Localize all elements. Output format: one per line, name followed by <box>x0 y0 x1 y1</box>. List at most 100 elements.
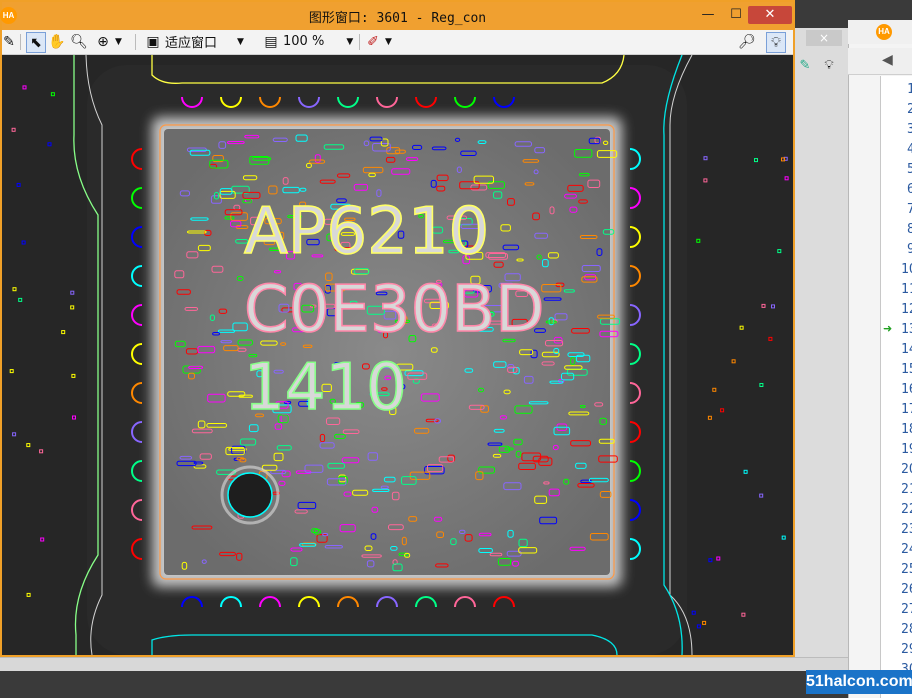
line-number: 29 <box>901 642 912 657</box>
horizontal-scrollbar[interactable] <box>0 657 848 671</box>
line-number: 9 <box>907 242 912 257</box>
pointer-button[interactable]: ⬉ <box>26 32 46 53</box>
zoom-plus-button[interactable]: ⊕ ▼ <box>94 32 122 51</box>
close-button[interactable]: ✕ <box>748 6 792 24</box>
panel-tool-button[interactable]: ✎ <box>796 56 814 74</box>
fit-window-dropdown[interactable]: ▣ 适应窗口 ▼ <box>144 32 244 52</box>
noise-contour <box>708 558 713 563</box>
chip-image: AP6210 C0E30BD 1410 <box>9 55 789 655</box>
noise-contour <box>39 449 44 454</box>
back-arrow-icon[interactable]: ◀ <box>882 52 893 68</box>
zoom-button[interactable]: 🔍︎ <box>70 32 88 51</box>
maximize-button[interactable]: ☐ <box>722 6 750 24</box>
toolbar-divider <box>359 34 360 50</box>
editor-toolbar: ◀ <box>848 48 912 75</box>
noise-contour <box>761 303 766 308</box>
zoom-magnifier-icon: 🔍︎ <box>70 33 88 50</box>
noise-contour <box>707 415 712 420</box>
chip-text-line-1: AP6210 <box>244 195 489 269</box>
chip-text-line-3: 1410 <box>244 351 407 425</box>
line-number: 7 <box>907 202 912 217</box>
docked-panel-strip <box>795 28 848 670</box>
chevron-down-icon: ▼ <box>115 36 122 47</box>
noise-contour <box>26 443 31 448</box>
noise-contour <box>784 176 789 181</box>
noise-contour <box>691 610 696 615</box>
noise-contour <box>70 305 75 310</box>
noise-contour <box>716 556 721 561</box>
zoom-level-label: 100 % <box>283 34 325 49</box>
line-number: 5 <box>907 162 912 177</box>
inspect-button[interactable]: 🔎︎ <box>738 32 756 51</box>
pencil-icon: ✎ <box>3 33 15 50</box>
line-number: 26 <box>901 582 912 597</box>
panel-close-button[interactable]: × <box>806 30 842 46</box>
noise-contour <box>771 304 775 309</box>
noise-contour <box>743 469 748 474</box>
chevron-down-icon: ▼ <box>237 36 244 47</box>
line-number: 18 <box>901 422 912 437</box>
noise-contour <box>18 297 23 302</box>
colors-icon: ✐ <box>367 33 379 50</box>
noise-contour <box>768 336 773 341</box>
noise-contour <box>754 158 758 163</box>
fit-window-icon: ▣ <box>146 33 160 50</box>
minimize-button[interactable]: — <box>694 6 722 24</box>
noise-contour <box>9 369 14 374</box>
noise-contour <box>40 537 45 542</box>
noise-contour <box>50 92 55 97</box>
title-bar[interactable]: HA 图形窗口: 3601 - Reg_con — ☐ ✕ <box>0 2 793 30</box>
line-number: 11 <box>901 282 912 297</box>
zoom-plus-icon: ⊕ <box>97 33 109 50</box>
line-number: 2 <box>907 102 912 117</box>
hint-button[interactable]: 💡︎ <box>766 32 786 53</box>
line-number: 25 <box>901 562 912 577</box>
line-number: 14 <box>901 342 912 357</box>
noise-contour <box>702 620 707 625</box>
line-number: 3 <box>907 122 912 137</box>
noise-contour <box>703 178 708 183</box>
pan-hand-icon: ✋ <box>48 33 66 50</box>
lightbulb-icon: 💡︎ <box>771 34 781 51</box>
pan-button[interactable]: ✋ <box>48 32 66 51</box>
line-number: 8 <box>907 222 912 237</box>
edit-tool-button[interactable]: ✎ <box>0 32 18 51</box>
line-number: 24 <box>901 542 912 557</box>
chip-text-line-2: C0E30BD <box>244 273 544 347</box>
line-number: 17 <box>901 402 912 417</box>
noise-contour <box>16 182 21 187</box>
watermark: 51halcon.com <box>806 670 912 694</box>
line-number: 23 <box>901 522 912 537</box>
noise-contour <box>70 290 75 295</box>
line-number: 19 <box>901 442 912 457</box>
toolbar-divider <box>135 34 136 50</box>
noise-contour <box>61 330 66 335</box>
colors-dropdown[interactable]: ✐ ▼ <box>364 32 392 51</box>
noise-contour <box>739 325 744 330</box>
chevron-down-icon: ▼ <box>346 36 354 47</box>
noise-contour <box>759 493 764 498</box>
halcon-logo-icon: HA <box>876 24 892 40</box>
image-canvas[interactable]: AP6210 C0E30BD 1410 <box>2 55 793 655</box>
noise-contour <box>720 408 725 413</box>
noise-contour <box>72 415 76 420</box>
line-number: 12 <box>901 302 912 317</box>
panel-hint-button[interactable]: 💡︎ <box>820 56 838 74</box>
noise-contour <box>22 85 27 90</box>
noise-contour <box>781 157 785 162</box>
line-number: 6 <box>907 182 912 197</box>
line-number: 15 <box>901 362 912 377</box>
noise-contour <box>26 592 31 597</box>
lightbulb-icon: 💡︎ <box>824 57 834 73</box>
line-number: 20 <box>901 462 912 477</box>
zoom-level-dropdown[interactable]: ▤ 100 % ▼ <box>262 32 353 51</box>
line-number: 13 <box>901 322 912 337</box>
line-number: 10 <box>901 262 912 277</box>
colors-icon: ✎ <box>799 57 811 73</box>
noise-contour <box>777 249 782 254</box>
noise-contour <box>11 127 16 132</box>
noise-contour <box>712 387 717 392</box>
close-icon: ✕ <box>764 7 776 22</box>
noise-contour <box>12 432 17 437</box>
noise-contour <box>696 624 701 629</box>
